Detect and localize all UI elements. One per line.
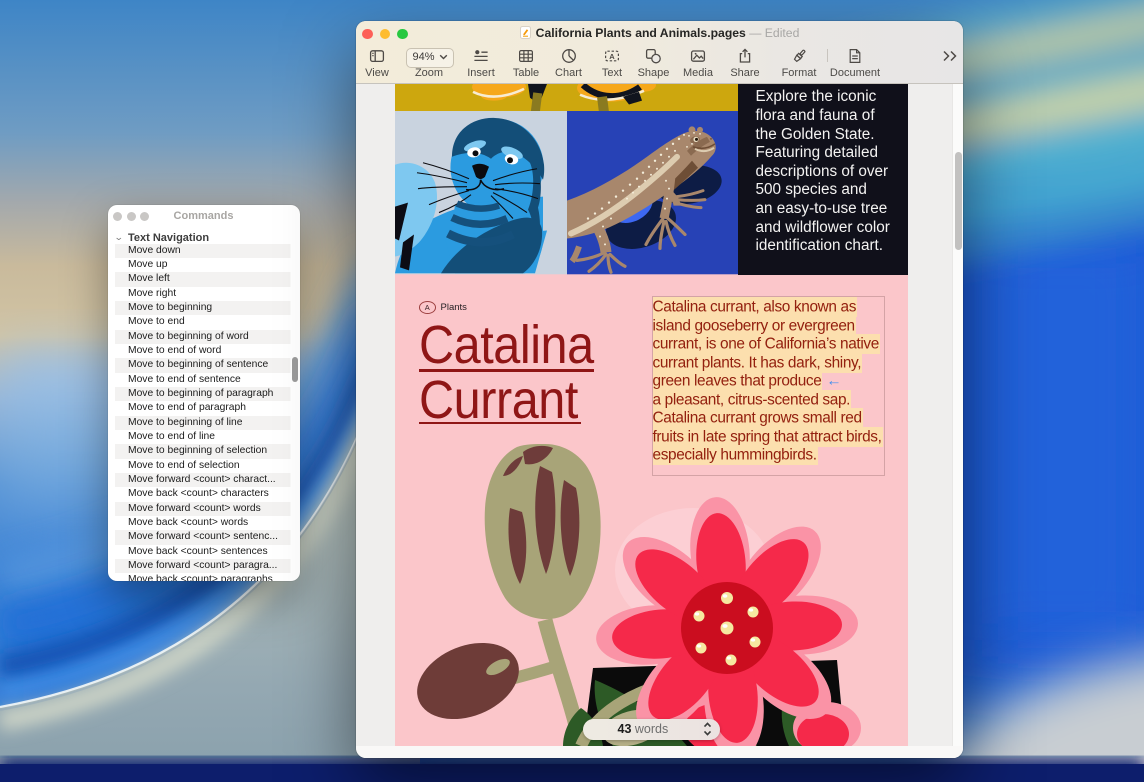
svg-text:A: A — [609, 52, 615, 61]
